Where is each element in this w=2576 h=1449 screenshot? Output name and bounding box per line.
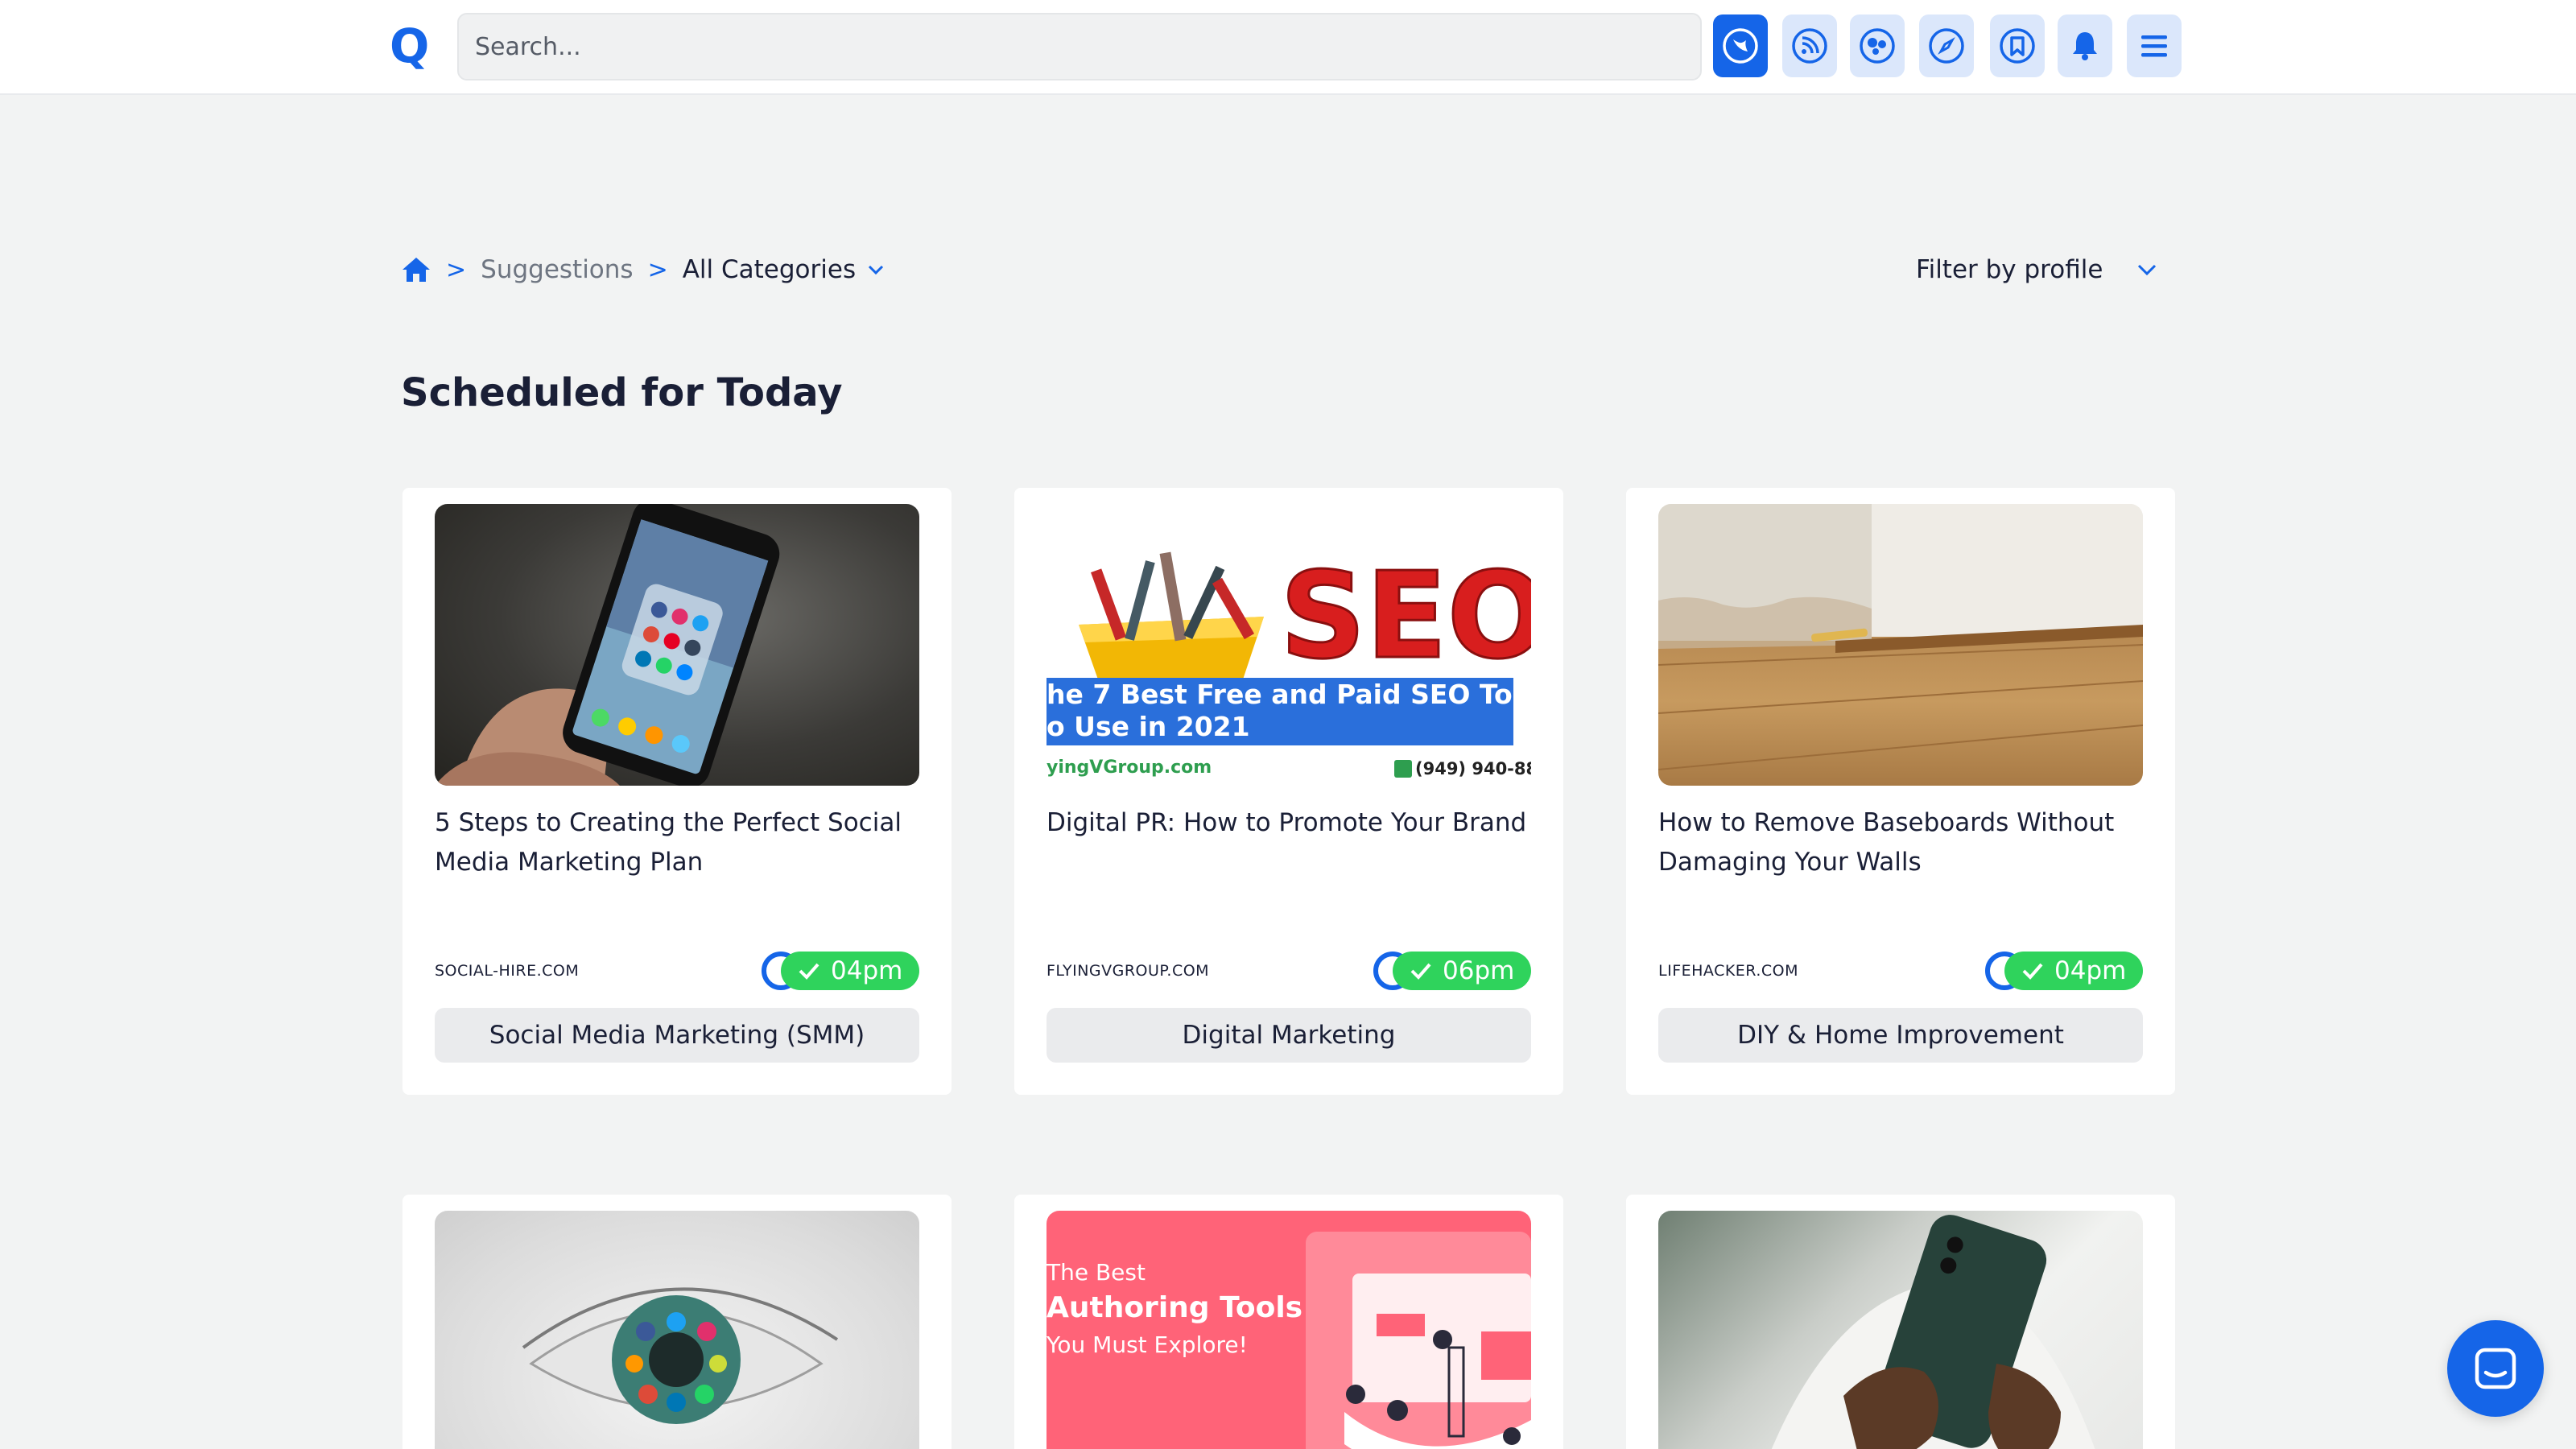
- article-title[interactable]: How to Remove Baseboards Without Damagin…: [1658, 803, 2143, 948]
- app-logo[interactable]: Q: [390, 18, 431, 74]
- chevron-right-icon: >: [446, 255, 467, 284]
- wooden-floor-image: [1658, 504, 2143, 770]
- chevron-right-icon: >: [647, 255, 668, 284]
- scheduled-time: 04pm: [2054, 956, 2127, 985]
- article-image[interactable]: [435, 1211, 919, 1449]
- home-icon[interactable]: [401, 256, 431, 283]
- article-card[interactable]: [1626, 1195, 2175, 1449]
- time-pill: 04pm: [781, 952, 919, 990]
- article-card[interactable]: 5 Steps to Creating the Perfect Social M…: [402, 488, 952, 1095]
- article-card[interactable]: [402, 1195, 952, 1449]
- article-domain[interactable]: SOCIAL-HIRE.COM: [435, 962, 579, 980]
- breadcrumb-suggestions[interactable]: Suggestions: [481, 255, 633, 284]
- article-card[interactable]: The Best Authoring Tools You Must Explor…: [1014, 1195, 1563, 1449]
- article-image[interactable]: [1658, 504, 2143, 786]
- bell-icon: [2073, 32, 2097, 60]
- article-title[interactable]: 5 Steps to Creating the Perfect Social M…: [435, 803, 919, 948]
- nav-home-button[interactable]: [1713, 14, 1768, 77]
- chevron-down-icon[interactable]: [867, 264, 885, 275]
- seo-big-text: SEO: [1280, 547, 1531, 685]
- nav-explore-button[interactable]: [1919, 14, 1974, 77]
- chevron-down-icon: [2138, 264, 2157, 276]
- time-pill: 04pm: [2004, 952, 2143, 990]
- scheduled-time: 04pm: [831, 956, 903, 985]
- breadcrumb-all-categories[interactable]: All Categories: [683, 255, 856, 284]
- filter-label: Filter by profile: [1916, 255, 2103, 284]
- nav-menu-button[interactable]: [2127, 14, 2182, 77]
- seo-banner-line2: o Use in 2021: [1046, 711, 1250, 742]
- seo-toolbox-image: SEO he 7 Best Free and Paid SEO Tools o …: [1046, 546, 1531, 778]
- scheduled-time: 06pm: [1443, 956, 1515, 985]
- circles-icon: [1860, 28, 1895, 64]
- seo-banner-line1: he 7 Best Free and Paid SEO Tools: [1046, 679, 1531, 710]
- search-input[interactable]: [457, 13, 1702, 80]
- chat-support-button[interactable]: [2447, 1320, 2544, 1417]
- nav-feed-button[interactable]: [1782, 14, 1837, 77]
- nav-circles-button[interactable]: [1850, 14, 1905, 77]
- checkmark-icon: [2022, 963, 2043, 980]
- article-card[interactable]: SEO he 7 Best Free and Paid SEO Tools o …: [1014, 488, 1563, 1095]
- hands-phone-image: [1771, 1215, 2095, 1449]
- phone-social-apps-image: [435, 504, 780, 786]
- article-card[interactable]: How to Remove Baseboards Without Damagin…: [1626, 488, 2175, 1095]
- checkmark-icon: [799, 963, 819, 980]
- article-meta: SOCIAL-HIRE.COM 04pm: [435, 948, 919, 993]
- article-title[interactable]: Digital PR: How to Promote Your Brand: [1046, 803, 1531, 948]
- seo-banner-site: yingVGroup.com: [1046, 758, 1212, 778]
- home-bird-icon: [1723, 28, 1758, 64]
- filter-by-profile-dropdown[interactable]: Filter by profile: [1916, 250, 2157, 290]
- article-image[interactable]: [1658, 1211, 2143, 1449]
- top-navigation-bar: Q: [0, 0, 2576, 95]
- article-image[interactable]: [435, 504, 919, 786]
- breadcrumb: > Suggestions > All Categories: [401, 250, 885, 290]
- authoring-line2: Authoring Tools: [1046, 1291, 1302, 1324]
- article-domain[interactable]: FLYINGVGROUP.COM: [1046, 962, 1209, 980]
- compass-icon: [1929, 28, 1964, 64]
- seo-banner-phone: (949) 940-88: [1415, 759, 1531, 778]
- category-tag[interactable]: Social Media Marketing (SMM): [435, 1008, 919, 1063]
- nav-bookmarks-button[interactable]: [1990, 14, 2045, 77]
- scheduled-time-badge[interactable]: 04pm: [762, 952, 919, 990]
- bookmark-icon: [2000, 28, 2035, 64]
- authoring-line1: The Best: [1046, 1259, 1146, 1286]
- article-image[interactable]: SEO he 7 Best Free and Paid SEO Tools o …: [1046, 504, 1531, 786]
- category-tag[interactable]: DIY & Home Improvement: [1658, 1008, 2143, 1063]
- article-meta: LIFEHACKER.COM 04pm: [1658, 948, 2143, 993]
- article-domain[interactable]: LIFEHACKER.COM: [1658, 962, 1798, 980]
- feed-icon: [1792, 28, 1827, 64]
- menu-icon: [2141, 35, 2167, 57]
- scheduled-time-badge[interactable]: 06pm: [1373, 952, 1531, 990]
- authoring-tools-image: The Best Authoring Tools You Must Explor…: [1046, 1232, 1531, 1449]
- authoring-line3: You Must Explore!: [1046, 1331, 1248, 1358]
- category-tag[interactable]: Digital Marketing: [1046, 1008, 1531, 1063]
- scheduled-time-badge[interactable]: 04pm: [1985, 952, 2143, 990]
- nav-notifications-button[interactable]: [2058, 14, 2112, 77]
- article-meta: FLYINGVGROUP.COM 06pm: [1046, 948, 1531, 993]
- checkmark-icon: [1410, 963, 1431, 980]
- chat-icon: [2475, 1348, 2516, 1389]
- time-pill: 06pm: [1393, 952, 1531, 990]
- section-title: Scheduled for Today: [401, 370, 843, 415]
- article-image[interactable]: The Best Authoring Tools You Must Explor…: [1046, 1211, 1531, 1449]
- eye-social-icons-image: [522, 1287, 839, 1424]
